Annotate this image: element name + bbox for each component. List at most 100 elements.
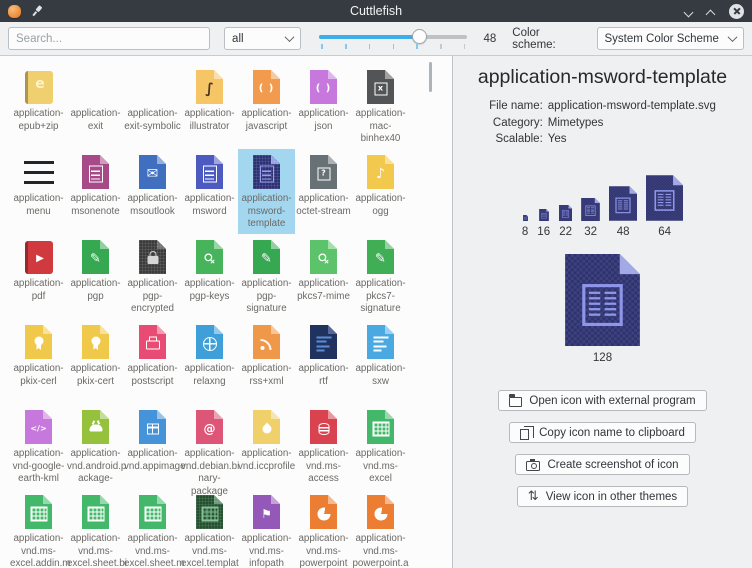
slider-handle[interactable] [412,29,427,44]
button-label: Create screenshot of icon [547,459,678,471]
icon-grid-item[interactable]: application- vnd.appimage [124,404,181,489]
icon-grid-item[interactable]: application- exit-symbolic [124,64,181,149]
icon-grid-item[interactable]: application- postscript [124,319,181,404]
icon-grid-item[interactable]: application- vnd.ms- excel.sheet.m [124,489,181,568]
mimetype-icon [310,495,337,529]
note-glyph-icon: ♪ [376,167,385,181]
xbox-glyph-icon: x [374,82,387,95]
folder-open-icon [509,397,522,407]
field-value: Yes [548,133,716,145]
icon-size-slider[interactable] [319,28,467,50]
icon-grid-item[interactable]: ✎ application- pgp-signature [238,234,295,319]
close-icon[interactable] [729,4,744,19]
icon-grid-item[interactable]: application- vnd.android.p ackage- [67,404,124,489]
icon-grid-item-label: application- msoutlook [124,193,181,218]
icon-grid-item[interactable]: application- pgp- encrypted [124,234,181,319]
icon-grid-item[interactable]: ▶application- pdf [10,234,67,319]
icon-grid-item-label: application- rss+xml [238,363,295,388]
icon-grid-item[interactable]: xapplication- mac-binhex40 [352,64,409,149]
icon-grid-item-label: application- relaxng [181,363,238,388]
scrollbar[interactable] [429,62,432,92]
icon-grid-item[interactable]: ♀application- pgp-keys [181,234,238,319]
open-icon-with-external-program-button[interactable]: Open icon with external program [498,390,706,411]
icon-grid-item[interactable]: eapplication- epub+zip [10,64,67,149]
color-scheme-dropdown[interactable]: System Color Scheme [597,27,745,50]
icon-grid-item[interactable]: ( )application- javascript [238,64,295,149]
icon-grid-item[interactable]: application- sxw [352,319,409,404]
icon-grid-item[interactable]: </>application- vnd-google- earth-kml [10,404,67,489]
icon-grid-item[interactable]: ♪ application- ogg [352,149,409,234]
mimetype-icon [139,325,166,359]
icon-grid-item[interactable]: ✉ application- msoutlook [124,149,181,234]
icon-grid-item[interactable]: application-rtf [295,319,352,404]
icon-grid-item-label: application- vnd.ms- excel.addin.m [10,533,67,568]
icon-grid: eapplication- epub+zipapplication- exita… [0,56,452,568]
icon-grid-item[interactable]: application- relaxng [181,319,238,404]
icon-grid-item[interactable]: application- msonenote [67,149,124,234]
icon-grid-item[interactable]: application- pkix-cerl [10,319,67,404]
mimetype-icon: ✎ [253,240,280,274]
icon-grid-item-label: application- pkix-cert [67,363,124,388]
icon-grid-item[interactable]: application- menu [10,149,67,234]
icon-grid-item-label: application- msonenote [67,193,124,218]
lines-glyph-icon [373,336,388,351]
icon-grid-item-label: application- javascript [238,108,295,133]
icon-grid-item[interactable]: application- vnd.ms- powerpoint [295,489,352,568]
search-input[interactable] [8,27,210,50]
icon-grid-item[interactable]: @application- vnd.debian.bi nary-package [181,404,238,489]
mimetype-icon [196,325,223,359]
create-screenshot-of-icon-button[interactable]: Create screenshot of icon [515,454,689,475]
icon-grid-item[interactable]: ∫application- illustrator [181,64,238,149]
size-preview-row: 8 16 22 32 48 [453,175,752,238]
pkg-glyph-icon [147,423,159,434]
icon-grid-item[interactable]: ♀application- pkcs7-mime [295,234,352,319]
icon-grid-item[interactable]: ✎application- pkcs7- signature [352,234,409,319]
icon-grid-item[interactable]: application- vnd.ms- access [295,404,352,489]
icon-grid-item[interactable]: application- pkix-cert [67,319,124,404]
icon-grid-item[interactable]: application- msword [181,149,238,234]
icon-grid-item[interactable]: application- msword- template [238,149,295,234]
maximize-icon[interactable] [707,7,715,15]
mimetype-icon [82,410,109,444]
icon-grid-item-label: application- ogg [352,193,409,218]
icon-grid-item[interactable]: ( )application- json [295,64,352,149]
icon-grid-item[interactable]: application- vnd.ms- powerpoint.a [352,489,409,568]
icon-grid-item[interactable]: application- vnd.ms- excel.sheet.bi [67,489,124,568]
icon-preview-size-label: 48 [617,226,630,238]
view-icon-in-other-themes-button[interactable]: ⇅View icon in other themes [517,486,688,507]
filter-dropdown[interactable]: all [224,27,301,50]
pen-glyph-icon: ✎ [261,252,272,265]
icon-grid-item[interactable]: ?application- octet-stream [295,149,352,234]
icon-grid-item-label: application- epub+zip [10,108,67,133]
lock-glyph-icon [147,256,158,264]
mimetype-icon [367,410,394,444]
grid-glyph-icon [201,506,218,521]
icon-grid-item-label: application- pgp-signature [238,278,295,316]
icon-grid-item-label: application- vnd.iccprofile [238,448,295,473]
icon-grid-item[interactable]: application- vnd.ms- excel.templat [181,489,238,568]
icon-grid-item[interactable]: application- vnd.iccprofile [238,404,295,489]
mimetype-icon: ♀ [196,240,223,274]
pin-icon[interactable] [29,3,46,20]
minimize-icon[interactable] [685,7,693,15]
icon-grid-item-label: application- msword- template [238,193,295,231]
icon-grid-item[interactable]: ✎application- pgp [67,234,124,319]
icon-grid-item[interactable]: application- exit [67,64,124,149]
icon-grid-item-label: application- vnd.ms- powerpoint [295,533,352,568]
icon-grid-item[interactable]: ⚑application- vnd.ms- infopath [238,489,295,568]
icon-preview-size-label: 8 [522,226,528,238]
code-glyph-icon: </> [30,425,46,433]
chevron-down-icon [285,32,295,42]
toolbar: all 48 Color scheme: System Color Scheme [0,22,752,56]
copy-icon [520,429,529,440]
icon-grid-item[interactable]: application- vnd.ms-excel [352,404,409,489]
mimetype-icon: ✉ [139,155,166,189]
icon-grid-item[interactable]: application- rss+xml [238,319,295,404]
boxlines-glyph-icon [89,165,103,182]
icon-preview-size-label: 16 [537,226,550,238]
mimetype-icon: ∫ [196,70,223,104]
copy-icon-name-to-clipboard-button[interactable]: Copy icon name to clipboard [509,422,696,443]
icon-grid-item[interactable]: application- vnd.ms- excel.addin.m [10,489,67,568]
app-icon [8,5,21,18]
grid-glyph-icon [372,421,389,436]
